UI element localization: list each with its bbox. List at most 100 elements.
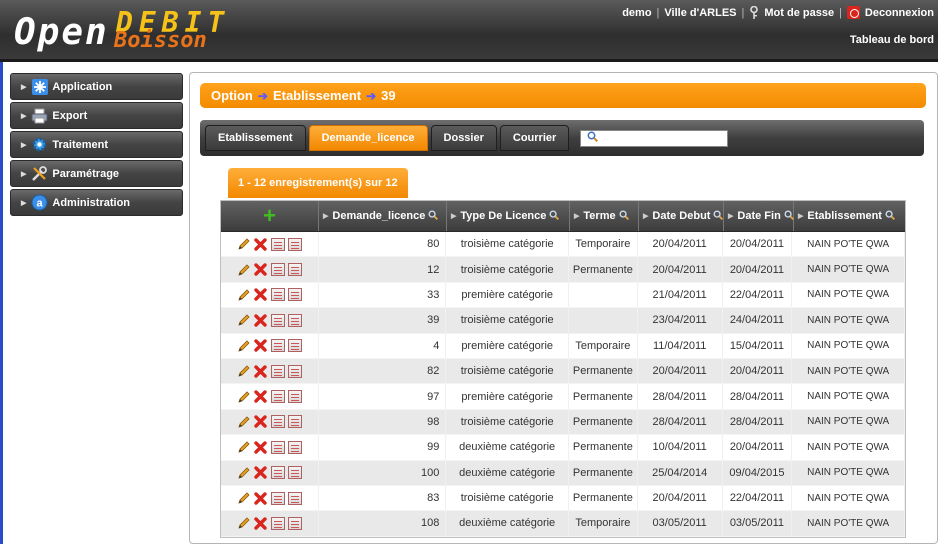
table-row[interactable]: 4 première catégorie Temporaire 11/04/2011 1…: [221, 333, 906, 359]
edit-pencil-icon[interactable]: [236, 389, 251, 404]
document-icon[interactable]: [270, 287, 285, 302]
search-input[interactable]: [580, 130, 729, 147]
document-icon[interactable]: [270, 440, 285, 455]
document-icon[interactable]: [270, 237, 285, 252]
document-edit-icon[interactable]: [287, 237, 302, 252]
breadcrumb-option[interactable]: Option: [211, 88, 253, 103]
edit-pencil-icon[interactable]: [236, 338, 251, 353]
logout-link[interactable]: Deconnexion: [865, 7, 934, 19]
document-edit-icon[interactable]: [287, 313, 302, 328]
delete-icon[interactable]: [253, 414, 268, 429]
table-row[interactable]: 39 troisième catégorie 23/04/2011 24/04/201…: [221, 308, 906, 334]
column-header[interactable]: ▶ Etablissement: [794, 201, 905, 231]
search-icon[interactable]: [619, 209, 629, 223]
table-cell: [569, 282, 638, 308]
column-header[interactable]: ▶ Type De Licence: [447, 201, 570, 231]
add-record-button[interactable]: +: [221, 201, 319, 231]
document-icon[interactable]: [270, 516, 285, 531]
document-edit-icon[interactable]: [287, 465, 302, 480]
table-cell: Permanente: [569, 257, 638, 282]
tab-demande-licence[interactable]: Demande_licence: [308, 125, 428, 151]
edit-pencil-icon[interactable]: [236, 516, 251, 531]
search-icon[interactable]: [428, 209, 439, 223]
table-row[interactable]: 99 deuxième catégorie Permanente 10/04/2011…: [221, 435, 906, 461]
delete-icon[interactable]: [253, 262, 268, 277]
table-row[interactable]: 100 deuxième catégorie Permanente 25/04/201…: [221, 460, 906, 486]
document-edit-icon[interactable]: [287, 262, 302, 277]
password-link[interactable]: Mot de passe: [764, 7, 834, 19]
document-icon[interactable]: [270, 465, 285, 480]
document-icon[interactable]: [270, 262, 285, 277]
document-icon[interactable]: [270, 313, 285, 328]
separator: |: [741, 6, 745, 19]
search-icon[interactable]: [549, 209, 560, 223]
document-icon[interactable]: [270, 338, 285, 353]
delete-icon[interactable]: [253, 313, 268, 328]
table-row[interactable]: 108 deuxième catégorie Temporaire 03/05/201…: [221, 511, 906, 537]
document-edit-icon[interactable]: [287, 364, 302, 379]
delete-icon[interactable]: [253, 287, 268, 302]
search-icon[interactable]: [784, 209, 794, 223]
edit-pencil-icon[interactable]: [236, 465, 251, 480]
delete-icon[interactable]: [253, 364, 268, 379]
table-row[interactable]: 83 troisième catégorie Permanente 20/04/201…: [221, 485, 906, 512]
sidebar-item-application[interactable]: ▶ Application: [10, 73, 183, 100]
tab-dossier[interactable]: Dossier: [430, 125, 497, 151]
edit-pencil-icon[interactable]: [236, 491, 251, 506]
row-actions: [221, 232, 319, 257]
edit-pencil-icon[interactable]: [236, 364, 251, 379]
edit-pencil-icon[interactable]: [236, 262, 251, 277]
document-edit-icon[interactable]: [287, 338, 302, 353]
document-edit-icon[interactable]: [287, 287, 302, 302]
table-row[interactable]: 97 première catégorie Permanente 28/04/2011…: [221, 384, 906, 410]
delete-icon[interactable]: [253, 465, 268, 480]
document-edit-icon[interactable]: [287, 389, 302, 404]
edit-pencil-icon[interactable]: [236, 414, 251, 429]
add-icon: +: [263, 203, 276, 228]
table-row[interactable]: 98 troisième catégorie Permanente 28/04/201…: [221, 409, 906, 436]
dashboard-link[interactable]: Tableau de bord: [850, 34, 934, 46]
table-cell: 108: [319, 511, 447, 536]
edit-pencil-icon[interactable]: [236, 313, 251, 328]
table-cell: 28/04/2011: [638, 384, 723, 409]
edit-pencil-icon[interactable]: [236, 440, 251, 455]
delete-icon[interactable]: [253, 237, 268, 252]
document-icon[interactable]: [270, 389, 285, 404]
document-icon[interactable]: [270, 414, 285, 429]
column-header[interactable]: ▶ Demande_licence: [319, 201, 447, 231]
sidebar-item-export[interactable]: ▶ Export: [10, 102, 183, 129]
sidebar-item-parametrage[interactable]: ▶ Paramétrage: [10, 160, 183, 187]
table-row[interactable]: 12 troisième catégorie Permanente 20/04/201…: [221, 257, 906, 283]
edit-pencil-icon[interactable]: [236, 237, 251, 252]
document-edit-icon[interactable]: [287, 491, 302, 506]
document-icon[interactable]: [270, 364, 285, 379]
table-row[interactable]: 82 troisième catégorie Permanente 20/04/201…: [221, 358, 906, 385]
delete-icon[interactable]: [253, 491, 268, 506]
tab-etablissement[interactable]: Etablissement: [205, 125, 306, 151]
search-icon[interactable]: [713, 209, 724, 223]
sidebar-item-traitement[interactable]: ▶ Traitement: [10, 131, 183, 158]
table-row[interactable]: 80 troisième catégorie Temporaire 20/04/201…: [221, 232, 906, 258]
expand-arrow-icon: ▶: [21, 170, 27, 178]
document-edit-icon[interactable]: [287, 414, 302, 429]
table-cell: 22/04/2011: [723, 485, 793, 511]
breadcrumb-etablissement[interactable]: Etablissement: [273, 88, 361, 103]
column-header[interactable]: ▶ Date Fin: [724, 201, 794, 231]
tab-courrier[interactable]: Courrier: [499, 125, 570, 151]
document-edit-icon[interactable]: [287, 440, 302, 455]
search-icon: [587, 131, 599, 145]
table-row[interactable]: 33 première catégorie 21/04/2011 22/04/2011…: [221, 282, 906, 309]
document-edit-icon[interactable]: [287, 516, 302, 531]
delete-icon[interactable]: [253, 516, 268, 531]
edit-pencil-icon[interactable]: [236, 287, 251, 302]
column-header[interactable]: ▶ Terme: [570, 201, 639, 231]
sidebar-item-administration[interactable]: ▶ a Administration: [10, 189, 183, 216]
delete-icon[interactable]: [253, 338, 268, 353]
table-cell: 23/04/2011: [638, 308, 723, 333]
table-cell: deuxième catégorie: [446, 511, 569, 536]
search-icon[interactable]: [885, 209, 895, 223]
document-icon[interactable]: [270, 491, 285, 506]
column-header[interactable]: ▶ Date Debut: [639, 201, 724, 231]
delete-icon[interactable]: [253, 389, 268, 404]
delete-icon[interactable]: [253, 440, 268, 455]
